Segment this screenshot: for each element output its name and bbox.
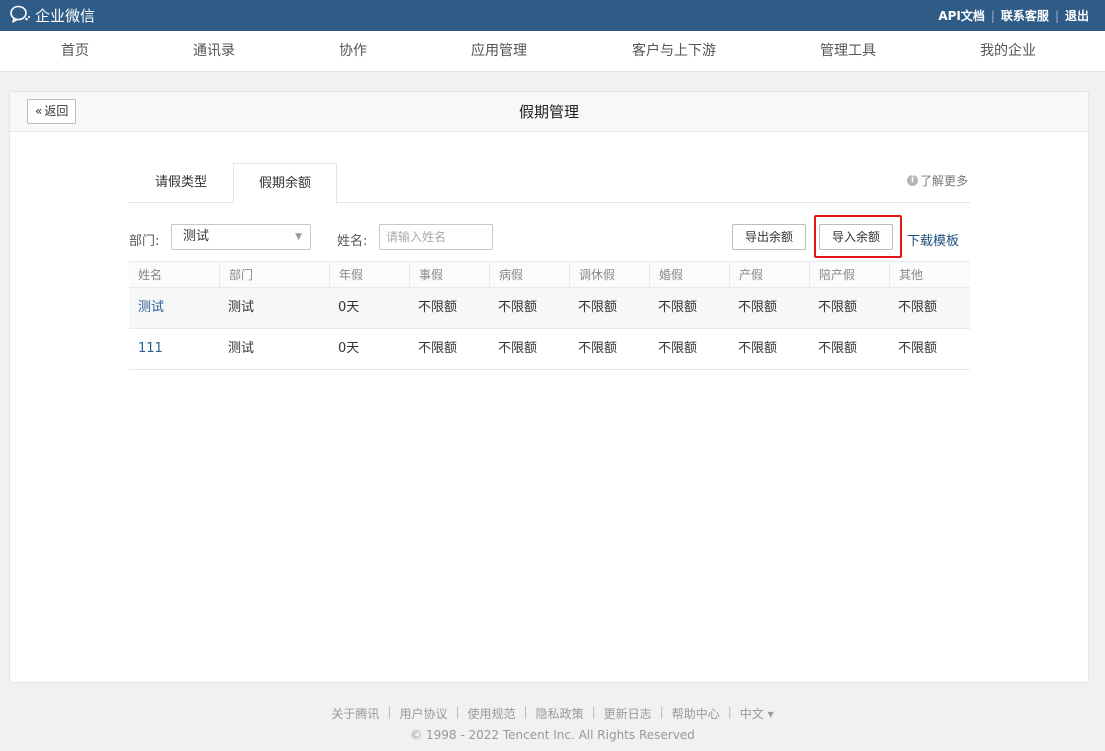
api-docs-link[interactable]: API文档 — [938, 7, 985, 24]
export-balance-button[interactable]: 导出余额 — [732, 224, 807, 250]
nav-collaboration[interactable]: 协作 — [339, 31, 367, 71]
col-sick: 病假 — [489, 262, 569, 288]
cell-name[interactable]: 111 — [129, 329, 163, 369]
divider: | — [727, 705, 732, 719]
cell-dept: 测试 — [228, 341, 255, 356]
divider: | — [591, 705, 596, 719]
dept-label: 部门: — [129, 234, 160, 249]
caret-down-icon: ▼ — [295, 232, 302, 242]
cell-compensatory: 不限额 — [578, 300, 618, 315]
nav-my-enterprise[interactable]: 我的企业 — [980, 31, 1036, 71]
info-icon: i — [906, 175, 918, 186]
table-row[interactable]: 测试 测试 0天 不限额 不限额 不限额 不限额 不限额 不限额 不限额 — [129, 288, 970, 329]
cell-name[interactable]: 测试 — [129, 288, 164, 328]
cell-compensatory: 不限额 — [578, 341, 618, 356]
col-other: 其他 — [889, 262, 970, 288]
col-dept: 部门 — [219, 262, 329, 288]
table-header: 姓名 部门 年假 事假 病假 调休假 婚假 产假 陪产假 其他 — [129, 261, 970, 288]
col-maternity: 产假 — [729, 262, 809, 288]
cell-personal: 不限额 — [418, 341, 458, 356]
contact-support-link[interactable]: 联系客服 — [1001, 7, 1049, 24]
footer-links: 关于腾讯 | 用户协议 | 使用规范 | 隐私政策 | 更新日志 | 帮助中心 … — [0, 705, 1105, 722]
tab-bar: 请假类型 假期余额 — [129, 163, 970, 204]
divider: | — [387, 705, 392, 719]
footer-link-changelog[interactable]: 更新日志 — [604, 705, 652, 722]
cell-maternity: 不限额 — [738, 300, 778, 315]
import-balance-button[interactable]: 导入余额 — [819, 224, 894, 250]
col-personal: 事假 — [409, 262, 489, 288]
cell-annual: 0天 — [338, 341, 360, 356]
cell-paternity: 不限额 — [818, 300, 858, 315]
col-compensatory: 调休假 — [569, 262, 649, 288]
logout-link[interactable]: 退出 — [1065, 7, 1089, 24]
brand[interactable]: 企业微信 — [9, 4, 95, 28]
col-paternity: 陪产假 — [809, 262, 889, 288]
cell-maternity: 不限额 — [738, 341, 778, 356]
cell-marriage: 不限额 — [658, 300, 698, 315]
nav-admin-tools[interactable]: 管理工具 — [820, 31, 876, 71]
nav-customers[interactable]: 客户与上下游 — [632, 31, 716, 71]
learn-more-label: 了解更多 — [919, 174, 968, 188]
leave-management-card: 假期管理 « 返回 请假类型 假期余额 i 了解更多 部门: 测试 ▼ 姓名: … — [9, 91, 1089, 683]
tab-leave-types[interactable]: 请假类型 — [129, 163, 233, 203]
learn-more-link[interactable]: i 了解更多 — [906, 172, 968, 189]
footer-link-about[interactable]: 关于腾讯 — [331, 705, 379, 722]
name-label: 姓名: — [337, 234, 368, 249]
cell-paternity: 不限额 — [818, 341, 858, 356]
col-marriage: 婚假 — [649, 262, 729, 288]
back-label: 返回 — [44, 104, 69, 118]
divider: | — [659, 705, 664, 719]
balance-table: 姓名 部门 年假 事假 病假 调休假 婚假 产假 陪产假 其他 测试 测试 0天… — [129, 261, 970, 370]
cell-personal: 不限额 — [418, 300, 458, 315]
divider: | — [523, 705, 528, 719]
filter-row: 部门: 测试 ▼ 姓名: 导出余额 导入余额 下载模板 — [129, 215, 970, 258]
cell-annual: 0天 — [338, 300, 360, 315]
cell-dept: 测试 — [228, 300, 255, 315]
download-template-link[interactable]: 下载模板 — [907, 230, 959, 249]
divider: | — [455, 705, 460, 719]
footer-link-user-agreement[interactable]: 用户协议 — [399, 705, 447, 722]
cell-other: 不限额 — [898, 341, 938, 356]
divider: | — [1054, 8, 1059, 23]
back-button[interactable]: « 返回 — [27, 99, 77, 124]
dept-select-value: 测试 — [183, 229, 210, 244]
tab-leave-balance[interactable]: 假期余额 — [233, 163, 337, 204]
cell-marriage: 不限额 — [658, 341, 698, 356]
page-title: 假期管理 — [518, 103, 579, 121]
double-chevron-left-icon: « — [35, 104, 43, 118]
footer: 关于腾讯 | 用户协议 | 使用规范 | 隐私政策 | 更新日志 | 帮助中心 … — [0, 705, 1105, 742]
footer-link-usage-rules[interactable]: 使用规范 — [468, 705, 516, 722]
brand-name: 企业微信 — [35, 7, 96, 25]
top-links: API文档 | 联系客服 | 退出 — [938, 7, 1089, 24]
divider: | — [990, 8, 995, 23]
cell-sick: 不限额 — [498, 341, 538, 356]
col-annual: 年假 — [329, 262, 409, 288]
nav-app-management[interactable]: 应用管理 — [471, 31, 527, 71]
name-search-input[interactable] — [379, 224, 493, 250]
col-name: 姓名 — [138, 268, 163, 282]
language-select[interactable]: 中文 ▾ — [740, 705, 774, 722]
nav-contacts[interactable]: 通讯录 — [193, 31, 235, 71]
dept-select[interactable]: 测试 ▼ — [171, 224, 311, 250]
table-row[interactable]: 111 测试 0天 不限额 不限额 不限额 不限额 不限额 不限额 不限额 — [129, 329, 970, 370]
top-bar: 企业微信 API文档 | 联系客服 | 退出 — [0, 0, 1105, 31]
main-nav: 首页 通讯录 协作 应用管理 客户与上下游 管理工具 我的企业 — [0, 31, 1105, 72]
card-header: 假期管理 « 返回 — [10, 92, 1088, 132]
nav-home[interactable]: 首页 — [61, 31, 89, 71]
copyright: © 1998 - 2022 Tencent Inc. All Rights Re… — [410, 728, 695, 742]
cell-sick: 不限额 — [498, 300, 538, 315]
cell-other: 不限额 — [898, 300, 938, 315]
footer-link-help[interactable]: 帮助中心 — [672, 705, 720, 722]
wecom-logo-icon — [9, 4, 31, 28]
footer-link-privacy[interactable]: 隐私政策 — [536, 705, 584, 722]
